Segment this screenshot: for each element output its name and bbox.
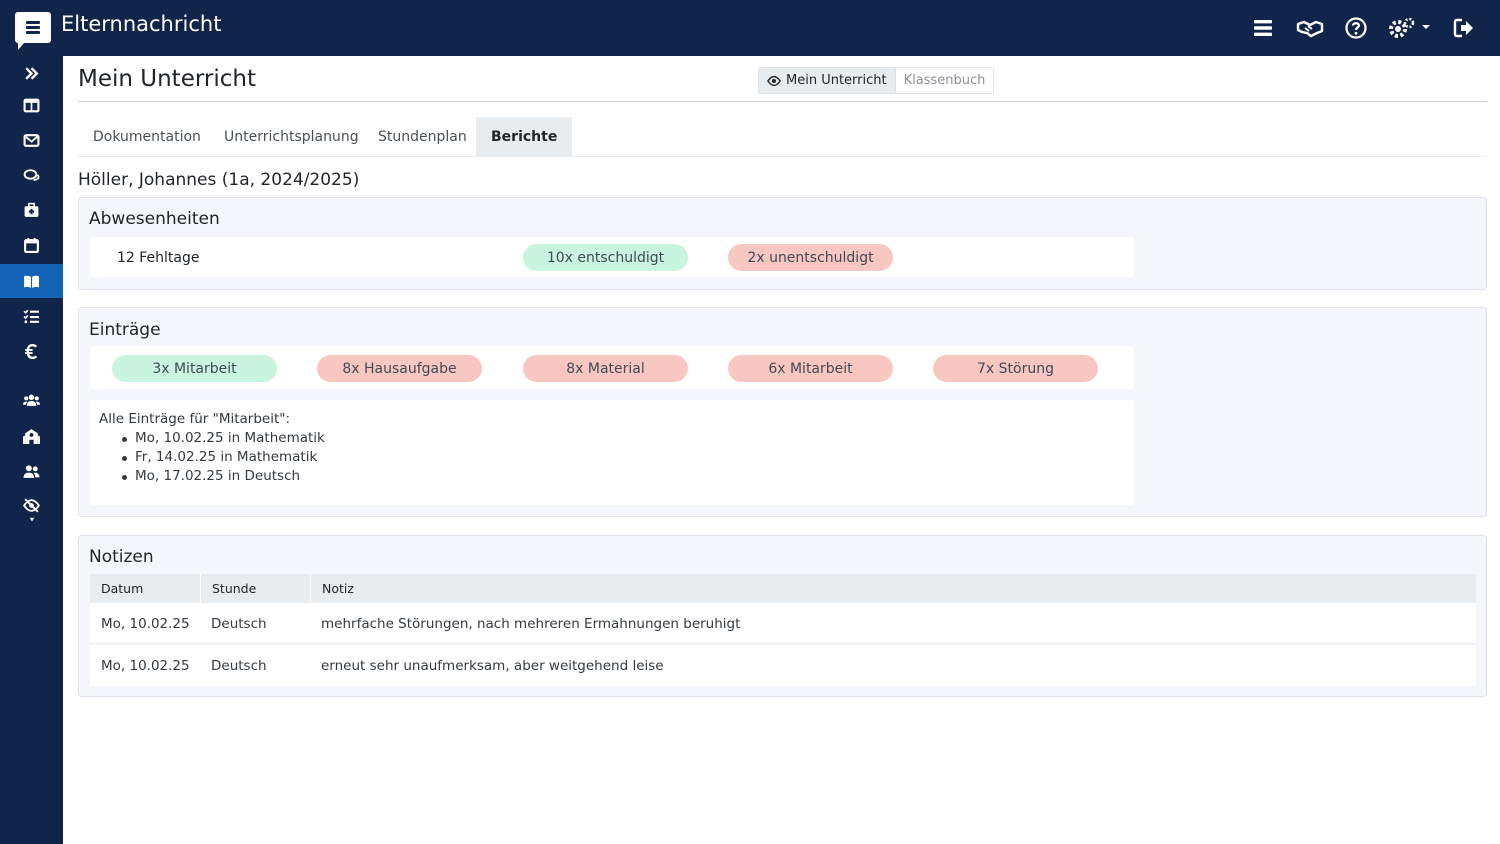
column-header-stunde[interactable]: Stunde <box>200 574 310 603</box>
tab-stundenplan[interactable]: Stundenplan <box>363 117 482 156</box>
sidebar-book-icon[interactable] <box>0 264 63 298</box>
sidebar-chat-icon[interactable] <box>0 158 63 192</box>
sidebar <box>0 56 63 844</box>
cell-note: mehrfache Störungen, nach mehreren Ermah… <box>321 615 741 632</box>
page-title: Mein Unterricht <box>78 66 256 92</box>
help-icon[interactable] <box>1344 16 1368 40</box>
table-row[interactable]: Mo, 10.02.25 Deutsch erneut sehr unaufme… <box>90 645 1476 686</box>
column-header-notiz[interactable]: Notiz <box>310 574 1476 603</box>
sidebar-user-group-icon[interactable] <box>0 454 63 488</box>
list-item: Fr, 14.02.25 in Mathematik <box>122 449 317 465</box>
student-heading: Höller, Johannes (1a, 2024/2025) <box>78 170 360 190</box>
logout-icon[interactable] <box>1452 16 1476 40</box>
entry-badge-mitarbeit-negative[interactable]: 6x Mitarbeit <box>728 355 893 382</box>
top-navbar: Elternnachricht <box>0 0 1500 56</box>
column-header-datum[interactable]: Datum <box>90 574 200 603</box>
entries-badge-row: 3x Mitarbeit 8x Hausaufgabe 8x Material … <box>90 346 1134 389</box>
title-divider <box>78 101 1487 102</box>
sidebar-mail-icon[interactable] <box>0 123 63 157</box>
tab-berichte[interactable]: Berichte <box>476 117 573 156</box>
cell-note: erneut sehr unaufmerksam, aber weitgehen… <box>321 657 664 674</box>
sidebar-school-icon[interactable] <box>0 419 63 453</box>
sidebar-users-icon[interactable] <box>0 383 63 417</box>
sidebar-euro-icon[interactable] <box>0 334 63 368</box>
view-toggle-mein-unterricht[interactable]: Mein Unterricht <box>759 68 895 93</box>
sidebar-dashboard-icon[interactable] <box>0 88 63 122</box>
sidebar-first-aid-icon[interactable] <box>0 193 63 227</box>
entry-badge-stoerung[interactable]: 7x Störung <box>933 355 1098 382</box>
sidebar-task-list-icon[interactable] <box>0 299 63 333</box>
entries-title: Einträge <box>89 320 161 340</box>
app-logo-icon[interactable] <box>15 12 51 50</box>
tab-dokumentation[interactable]: Dokumentation <box>78 117 216 156</box>
cell-lesson: Deutsch <box>211 657 267 674</box>
entries-detail-panel: Alle Einträge für "Mitarbeit": Mo, 10.02… <box>90 400 1134 505</box>
table-row[interactable]: Mo, 10.02.25 Deutsch mehrfache Störungen… <box>90 603 1476 644</box>
tab-unterrichtsplanung[interactable]: Unterrichtsplanung <box>209 117 374 156</box>
absences-card: Abwesenheiten 12 Fehltage 10x entschuldi… <box>78 197 1487 290</box>
entry-badge-mitarbeit-positive[interactable]: 3x Mitarbeit <box>112 355 277 382</box>
app-title[interactable]: Elternnachricht <box>61 12 221 36</box>
sidebar-eye-slash-icon[interactable] <box>0 489 63 531</box>
menu-icon[interactable] <box>1251 16 1275 40</box>
absences-summary: 12 Fehltage 10x entschuldigt 2x unentsch… <box>90 237 1134 277</box>
list-item: Mo, 10.02.25 in Mathematik <box>122 430 325 446</box>
entry-badge-hausaufgabe[interactable]: 8x Hausaufgabe <box>317 355 482 382</box>
view-toggle-active-label: Mein Unterricht <box>786 73 887 88</box>
unexcused-badge[interactable]: 2x unentschuldigt <box>728 244 893 271</box>
tab-bar: Dokumentation Unterrichtsplanung Stunden… <box>78 117 1487 157</box>
notes-table-header: Datum Stunde Notiz <box>90 574 1476 603</box>
excused-badge[interactable]: 10x entschuldigt <box>523 244 688 271</box>
notes-card: Notizen Datum Stunde Notiz Mo, 10.02.25 … <box>78 535 1487 697</box>
cell-lesson: Deutsch <box>211 615 267 632</box>
sidebar-calendar-icon[interactable] <box>0 228 63 262</box>
absences-title: Abwesenheiten <box>89 209 220 229</box>
notes-title: Notizen <box>89 547 154 567</box>
entries-detail-heading: Alle Einträge für "Mitarbeit": <box>99 411 291 427</box>
entry-badge-material[interactable]: 8x Material <box>523 355 688 382</box>
handshake-icon[interactable] <box>1296 16 1324 40</box>
absence-total: 12 Fehltage <box>117 250 200 266</box>
cell-date: Mo, 10.02.25 <box>101 657 190 674</box>
cell-date: Mo, 10.02.25 <box>101 615 190 632</box>
list-item: Mo, 17.02.25 in Deutsch <box>122 468 300 484</box>
eye-icon <box>767 75 781 86</box>
settings-icon[interactable] <box>1388 16 1432 40</box>
sidebar-expand-icon[interactable] <box>0 56 63 90</box>
view-toggle: Mein Unterricht Klassenbuch <box>758 67 995 94</box>
entries-card: Einträge 3x Mitarbeit 8x Hausaufgabe 8x … <box>78 307 1487 517</box>
view-toggle-klassenbuch[interactable]: Klassenbuch <box>894 68 994 93</box>
